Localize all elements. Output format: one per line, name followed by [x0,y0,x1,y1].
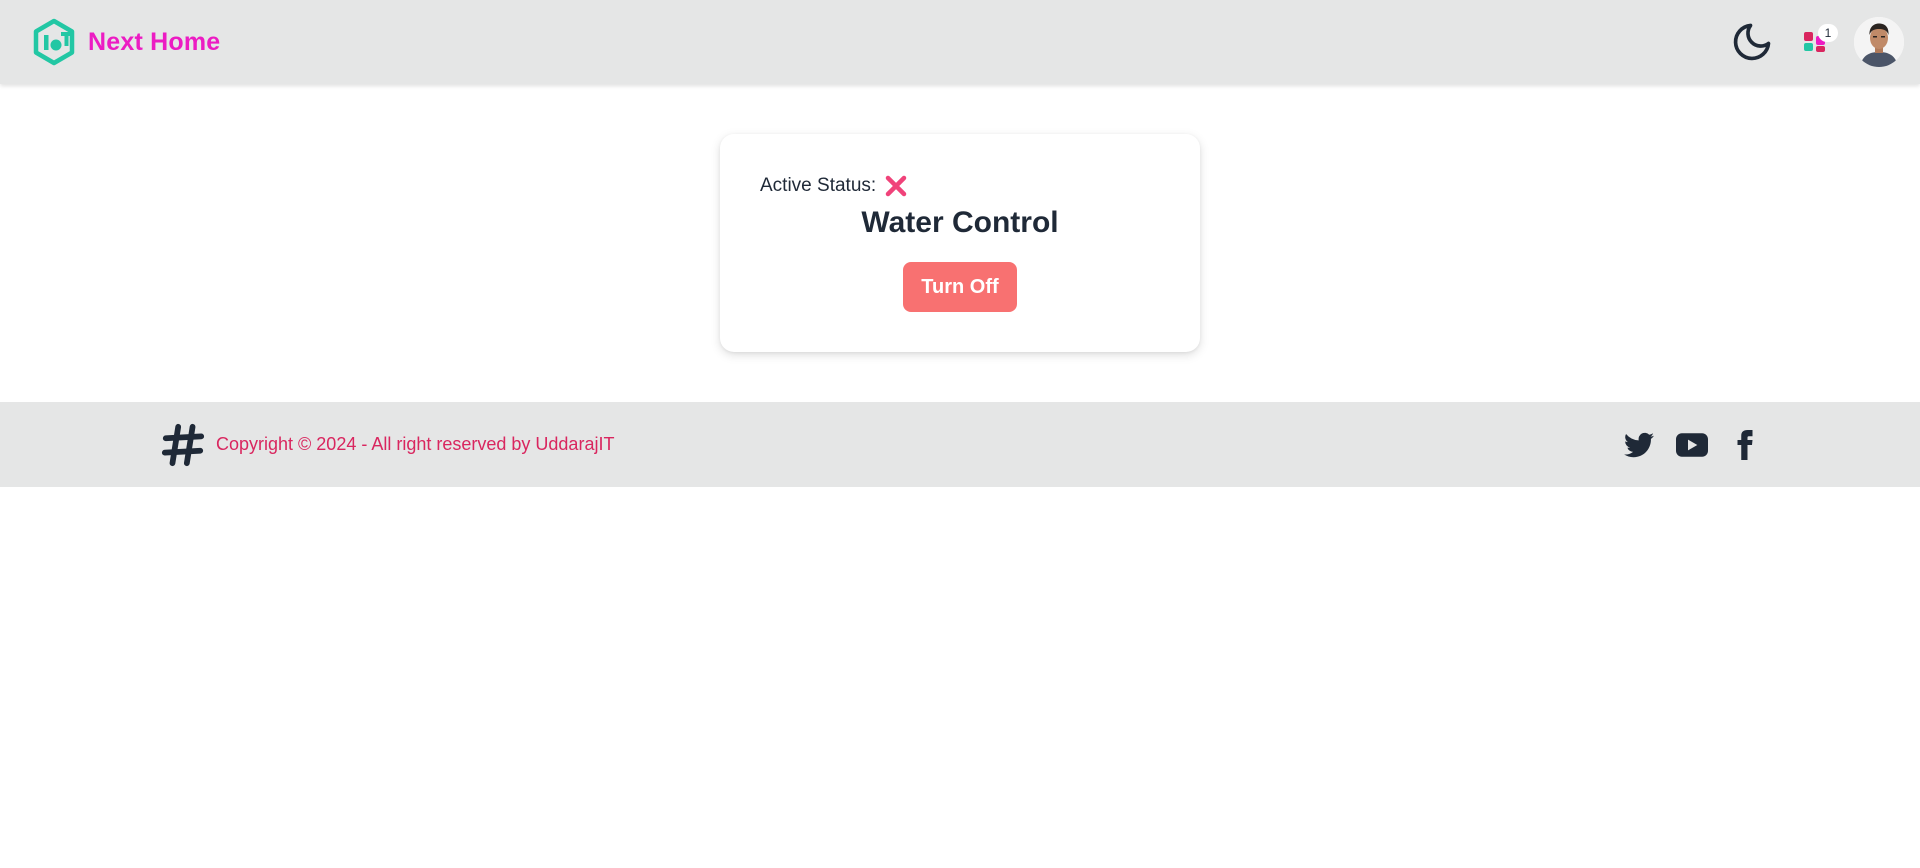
apps-notifications-button[interactable]: 1 [1796,18,1838,66]
avatar-image [1854,17,1904,67]
x-mark-icon [885,175,907,197]
moon-icon [1733,23,1771,61]
social-links [1624,429,1760,461]
twitter-link[interactable] [1624,430,1654,460]
facebook-icon [1737,429,1753,460]
top-navbar: Next Home 1 [0,0,1920,84]
status-label: Active Status: [760,175,877,196]
navbar-actions: 1 [1728,17,1904,67]
hashtag-icon [161,423,205,466]
youtube-icon [1676,432,1708,457]
iot-logo-icon [33,18,75,66]
facebook-link[interactable] [1730,429,1760,460]
turn-off-button[interactable]: Turn Off [903,262,1017,312]
device-title: Water Control [861,206,1059,239]
footer: Copyright © 2024 - All right reserved by… [0,402,1920,487]
notification-badge: 1 [1818,24,1838,42]
brand-link[interactable]: Next Home [30,18,220,66]
status-row: Active Status: [760,174,1160,198]
avatar[interactable] [1854,17,1904,67]
device-card: Active Status: Water Control Turn Off [720,134,1200,352]
youtube-link[interactable] [1676,429,1708,461]
twitter-icon [1624,432,1654,457]
copyright-text: Copyright © 2024 - All right reserved by… [216,434,615,454]
theme-toggle-button[interactable] [1728,18,1776,66]
brand-name: Next Home [88,27,221,56]
footer-left: Copyright © 2024 - All right reserved by… [160,422,614,468]
